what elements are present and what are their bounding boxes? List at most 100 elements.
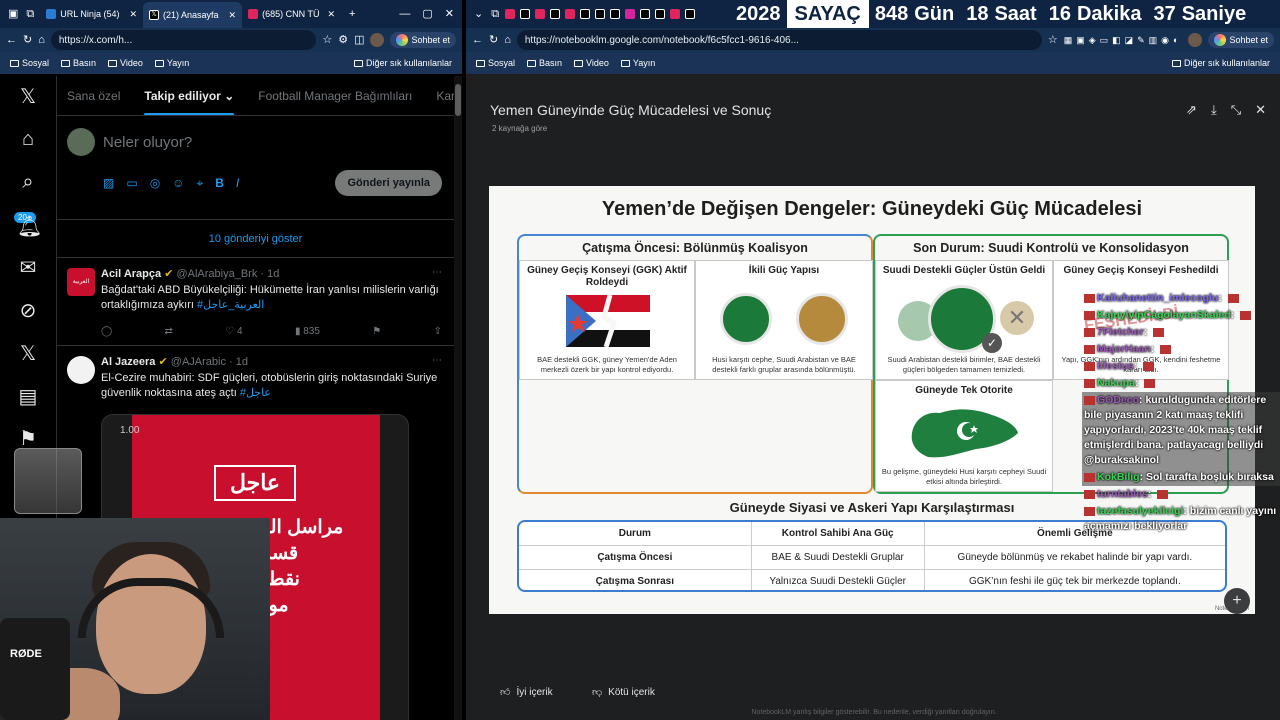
x-logo-icon[interactable] — [640, 9, 651, 19]
favorite-icon[interactable]: ☆ — [1048, 34, 1058, 46]
x-logo-icon[interactable] — [595, 9, 606, 19]
x-logo-icon[interactable] — [580, 9, 591, 19]
x-logo-icon[interactable] — [685, 9, 696, 19]
emoji-icon[interactable]: ☺ — [172, 176, 184, 191]
x-logo-icon[interactable] — [655, 9, 666, 19]
back-icon[interactable]: ← — [472, 34, 483, 46]
bookmark-sosyal[interactable]: Sosyal — [476, 58, 515, 68]
split-icon[interactable]: ◫ — [354, 34, 364, 46]
tab-actions-icon[interactable]: ⧉ — [491, 8, 499, 20]
chat-username[interactable]: turntables — [1097, 488, 1148, 500]
author-name[interactable]: Al Jazeera — [101, 356, 155, 368]
collapse-icon[interactable]: ⤡ — [1231, 102, 1241, 118]
bookmark-video[interactable]: Video — [108, 58, 143, 68]
tab-url-ninja[interactable]: URL Ninja (54) ✕ — [40, 3, 143, 25]
bell-icon[interactable]: 🔔︎ — [17, 216, 42, 238]
x-logo-icon[interactable] — [520, 9, 531, 19]
minimize-icon[interactable]: — — [399, 8, 410, 20]
tab-for-you[interactable]: Sana özel — [67, 89, 120, 103]
avatar[interactable] — [370, 33, 385, 47]
home-icon[interactable]: ⌂ — [38, 34, 45, 46]
download-icon[interactable]: ⤓ — [1211, 102, 1217, 118]
close-icon[interactable]: ✕ — [327, 9, 335, 20]
bookmark-other[interactable]: Diğer sık kullanılanlar — [353, 58, 452, 68]
share-icon[interactable]: ⇗ — [1186, 102, 1197, 118]
bookmark-yayin[interactable]: Yayın — [154, 58, 189, 68]
more-icon[interactable]: ⋯ — [432, 355, 442, 366]
author-name[interactable]: Acil Arapça — [101, 268, 161, 280]
youtube-icon[interactable] — [535, 9, 546, 19]
chat-username[interactable]: KajuyiyipCagolayanSkaled — [1097, 309, 1231, 321]
reload-icon[interactable]: ↻ — [489, 34, 498, 46]
bold-icon[interactable]: B — [215, 176, 224, 191]
bookmark-icon[interactable]: ⚑ — [372, 326, 381, 337]
italic-icon[interactable]: I — [236, 176, 239, 191]
youtube-icon[interactable] — [505, 9, 516, 19]
extensions-icon[interactable]: ▦▣◈▭◧◪✎▥◉◐ — [1064, 35, 1183, 45]
x-premium-icon[interactable]: 𝕏 — [17, 343, 39, 365]
retweet-icon[interactable]: ⇄ — [165, 326, 173, 337]
youtube-icon[interactable] — [670, 9, 681, 19]
close-icon[interactable]: ✕ — [1255, 102, 1266, 118]
chat-username[interactable]: KokBilig — [1097, 471, 1140, 483]
gif-icon[interactable]: ▭ — [126, 176, 137, 191]
more-icon[interactable]: ⋯ — [432, 267, 442, 278]
good-content-button[interactable]: 👍︎ İyi içerik — [500, 686, 553, 699]
hashtag[interactable]: #العربية_عاجل — [197, 299, 264, 311]
bad-content-button[interactable]: 👎︎ Kötü içerik — [592, 686, 655, 699]
like-button[interactable]: ♡ 4 — [225, 326, 242, 337]
x-logo-icon[interactable]: 𝕏 — [17, 86, 39, 108]
image-icon[interactable]: ▨ — [103, 176, 114, 191]
bookmark-basin[interactable]: Basın — [527, 58, 562, 68]
compose-input[interactable]: Neler oluyor? — [103, 134, 192, 151]
url-field[interactable]: https://notebooklm.google.com/notebook/f… — [516, 30, 1042, 50]
bookmark-video[interactable]: Video — [574, 58, 609, 68]
mail-icon[interactable]: ✉ — [17, 257, 39, 279]
favorite-icon[interactable]: ☆ — [322, 34, 332, 46]
chat-username[interactable]: GODeco — [1097, 394, 1139, 406]
chevron-down-icon[interactable]: ⌄ — [474, 8, 483, 20]
lists-icon[interactable]: ▤ — [17, 386, 39, 408]
aljazeera-avatar[interactable] — [67, 356, 95, 384]
copilot-button[interactable]: Sohbet et — [1208, 32, 1274, 48]
new-tab-icon[interactable]: + — [349, 8, 355, 20]
bookmark-yayin[interactable]: Yayın — [620, 58, 655, 68]
back-icon[interactable]: ← — [6, 34, 17, 46]
chat-username[interactable]: 7Fletcher — [1097, 326, 1144, 338]
extensions-icon[interactable]: ⚙ — [338, 34, 348, 46]
bookmark-icon[interactable]: ⚑ — [17, 428, 39, 450]
grok-icon[interactable]: ⊘ — [17, 300, 39, 322]
views-button[interactable]: ▮ 835 — [295, 326, 320, 337]
author-handle[interactable]: @AJArabic — [171, 356, 226, 368]
chat-username[interactable]: lifestus — [1097, 360, 1134, 372]
youtube-icon[interactable] — [565, 9, 576, 19]
bookmark-sosyal[interactable]: Sosyal — [10, 58, 49, 68]
reload-icon[interactable]: ↻ — [23, 34, 32, 46]
chat-username[interactable]: MajorHaan — [1097, 343, 1151, 355]
tab-youtube[interactable]: (685) CNN TÜ ✕ — [242, 3, 341, 25]
profile-icon[interactable]: ▣ — [8, 8, 18, 20]
x-logo-icon[interactable] — [610, 9, 621, 19]
chat-username[interactable]: tazefasulyekilcigi — [1097, 505, 1183, 517]
tab-actions-icon[interactable]: ⧉ — [26, 8, 34, 20]
tab-following[interactable]: Takip ediliyor ⌄ — [144, 89, 234, 115]
x-logo-icon[interactable] — [550, 9, 561, 19]
instagram-icon[interactable] — [625, 9, 636, 19]
scrollbar[interactable] — [454, 76, 462, 720]
hashtag[interactable]: #عاجل — [240, 387, 271, 399]
maximize-icon[interactable]: ▢ — [422, 8, 432, 20]
tweet[interactable]: العربية Acil Arapça ✔ @AlArabiya_Brk · 1… — [57, 258, 454, 346]
bookmark-basin[interactable]: Basın — [61, 58, 96, 68]
post-button[interactable]: Gönderi yayınla — [335, 170, 442, 196]
grok-icon[interactable]: ◎ — [150, 176, 160, 191]
copilot-button[interactable]: Sohbet et — [390, 32, 456, 48]
tab-football-manager[interactable]: Football Manager Bağımlıları — [258, 89, 412, 103]
close-icon[interactable]: ✕ — [129, 9, 137, 20]
chat-username[interactable]: Nakupa — [1097, 377, 1135, 389]
url-field[interactable]: https://x.com/h... — [50, 30, 317, 50]
close-icon[interactable]: ✕ — [229, 10, 237, 21]
author-handle[interactable]: @AlArabiya_Brk — [176, 268, 257, 280]
location-icon[interactable]: ⌖ — [196, 176, 203, 191]
tab-kardes[interactable]: Kardeş — [436, 89, 454, 103]
search-icon[interactable]: ⌕ — [17, 171, 39, 193]
